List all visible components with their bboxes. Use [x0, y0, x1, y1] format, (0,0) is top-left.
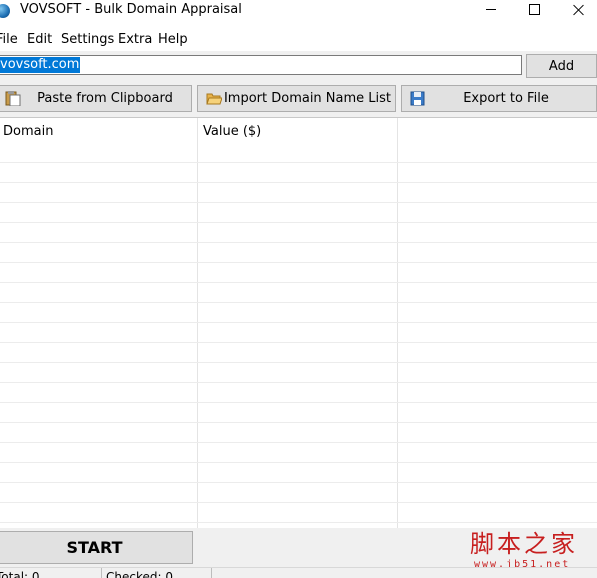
- app-icon: [0, 4, 10, 18]
- domain-table[interactable]: Domain Value ($): [0, 117, 597, 528]
- table-row-divider: [0, 462, 597, 463]
- title-bar: VOVSOFT - Bulk Domain Appraisal: [0, 0, 597, 29]
- table-row-divider: [0, 262, 597, 263]
- add-button[interactable]: Add: [526, 54, 597, 78]
- maximize-button[interactable]: [511, 0, 557, 29]
- table-row-divider: [0, 342, 597, 343]
- maximize-icon: [528, 4, 540, 15]
- table-row-divider: [0, 242, 597, 243]
- minimize-icon: [486, 9, 496, 10]
- table-row-divider: [0, 182, 597, 183]
- start-button[interactable]: START: [0, 531, 193, 564]
- domain-input[interactable]: vovsoft.com: [0, 55, 522, 75]
- menu-settings[interactable]: Settings: [61, 31, 114, 48]
- table-row-divider: [0, 162, 597, 163]
- menu-extra[interactable]: Extra: [118, 31, 152, 48]
- table-row-divider: [0, 402, 597, 403]
- paste-button-label: Paste from Clipboard: [37, 91, 173, 106]
- paste-from-clipboard-button[interactable]: Paste from Clipboard: [0, 85, 192, 112]
- table-row-divider: [0, 222, 597, 223]
- domain-input-value: vovsoft.com: [0, 57, 81, 73]
- table-row-divider: [0, 202, 597, 203]
- import-button-label: Import Domain Name List: [223, 91, 392, 106]
- table-row-divider: [0, 282, 597, 283]
- column-separator[interactable]: [397, 118, 398, 528]
- close-icon: [573, 4, 585, 16]
- table-row-divider: [0, 382, 597, 383]
- column-separator[interactable]: [197, 118, 198, 528]
- table-row-divider: [0, 302, 597, 303]
- table-row-divider: [0, 422, 597, 423]
- table-row-divider: [0, 322, 597, 323]
- table-row-divider: [0, 362, 597, 363]
- table-row-divider: [0, 442, 597, 443]
- watermark-text: 脚本之家: [470, 530, 578, 558]
- menu-file[interactable]: File: [0, 31, 18, 48]
- window-title: VOVSOFT - Bulk Domain Appraisal: [20, 2, 242, 17]
- table-row-divider: [0, 522, 597, 523]
- table-row-divider: [0, 502, 597, 503]
- close-button[interactable]: [556, 0, 597, 29]
- menu-edit[interactable]: Edit: [27, 31, 52, 48]
- menu-help[interactable]: Help: [158, 31, 188, 48]
- table-row-divider: [0, 482, 597, 483]
- column-header-domain[interactable]: Domain: [3, 123, 53, 140]
- import-domain-list-button[interactable]: Import Domain Name List: [197, 85, 396, 112]
- export-to-file-button[interactable]: Export to File: [401, 85, 597, 112]
- status-bar: Total: 0 Checked: 0: [0, 567, 597, 578]
- column-header-value[interactable]: Value ($): [203, 123, 261, 140]
- export-button-label: Export to File: [463, 91, 549, 106]
- menu-bar: File Edit Settings Extra Help: [0, 29, 597, 51]
- minimize-button[interactable]: [468, 0, 514, 29]
